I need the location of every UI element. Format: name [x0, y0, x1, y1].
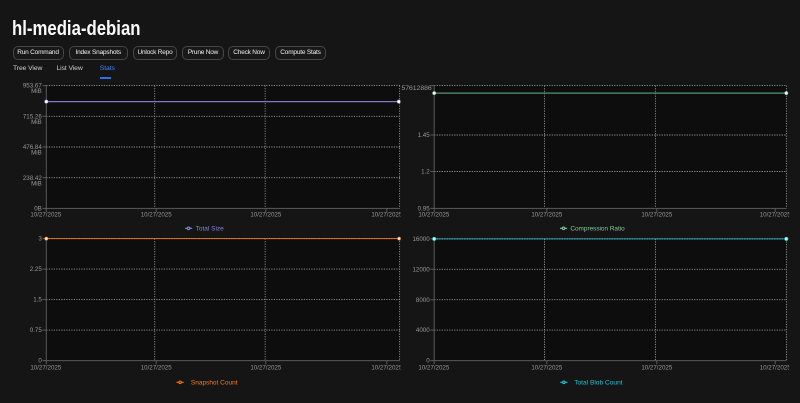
svg-text:12000: 12000: [412, 266, 430, 273]
svg-text:Total Size: Total Size: [196, 226, 225, 233]
svg-text:10/27/2025: 10/27/2025: [30, 212, 62, 219]
svg-text:10/27/2025: 10/27/2025: [141, 365, 173, 372]
svg-text:Compression Ratio: Compression Ratio: [570, 226, 625, 233]
svg-text:10/27/2025: 10/27/2025: [531, 365, 563, 372]
svg-text:10/27/2025: 10/27/2025: [250, 212, 282, 219]
svg-text:0.75: 0.75: [30, 327, 43, 334]
svg-text:10/27/2025: 10/27/2025: [418, 365, 450, 372]
svg-text:MiB: MiB: [31, 119, 42, 126]
svg-text:10/27/2025: 10/27/2025: [141, 212, 173, 219]
svg-text:10/27/2025: 10/27/2025: [641, 212, 673, 219]
svg-text:4000: 4000: [416, 327, 430, 334]
svg-text:10/27/2025: 10/27/2025: [30, 365, 62, 372]
svg-text:Snapshot Count: Snapshot Count: [191, 380, 238, 387]
svg-text:10/27/2025: 10/27/2025: [641, 365, 673, 372]
svg-text:1.5: 1.5: [33, 297, 42, 304]
svg-text:10/27/2025: 10/27/2025: [760, 212, 792, 219]
svg-text:57612886: 57612886: [401, 85, 431, 92]
svg-text:2.25: 2.25: [30, 266, 43, 273]
svg-text:10/27/2025: 10/27/2025: [760, 365, 792, 372]
svg-text:16000: 16000: [412, 236, 430, 243]
svg-text:1.2: 1.2: [421, 169, 430, 176]
svg-text:10/27/2025: 10/27/2025: [250, 365, 282, 372]
svg-text:8000: 8000: [416, 297, 430, 304]
svg-text:MiB: MiB: [31, 88, 42, 95]
svg-text:10/27/2025: 10/27/2025: [531, 212, 563, 219]
svg-text:1.45: 1.45: [418, 132, 431, 139]
svg-text:10/27/2025: 10/27/2025: [371, 365, 403, 372]
svg-text:3: 3: [38, 236, 42, 243]
svg-text:MiB: MiB: [31, 180, 42, 187]
svg-text:Total Blob Count: Total Blob Count: [574, 380, 623, 387]
svg-text:10/27/2025: 10/27/2025: [371, 212, 403, 219]
svg-text:10/27/2025: 10/27/2025: [418, 212, 450, 219]
svg-text:MiB: MiB: [31, 150, 42, 157]
